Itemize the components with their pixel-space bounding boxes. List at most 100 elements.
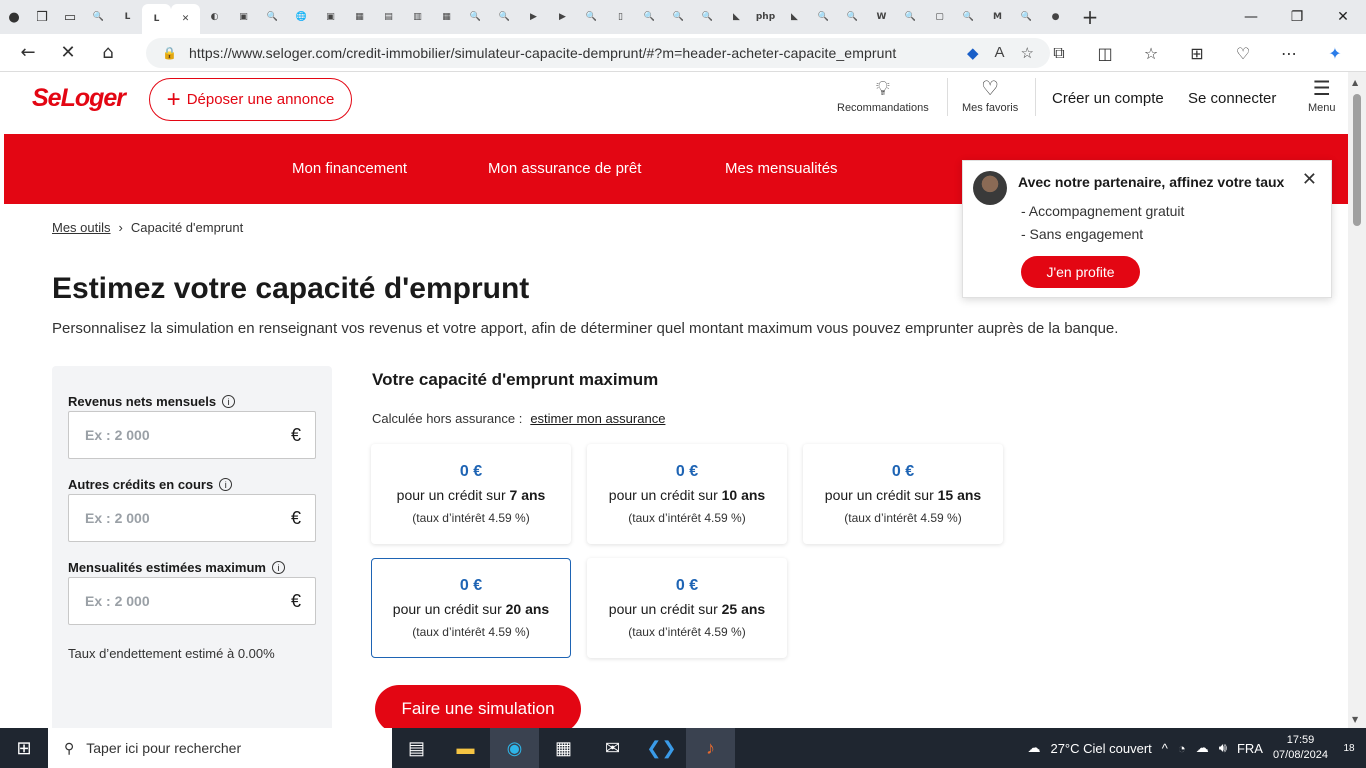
profile-icon[interactable]: ● bbox=[0, 0, 28, 34]
more-menu-icon[interactable]: ⋯ bbox=[1266, 44, 1312, 63]
breadcrumb-mes-outils[interactable]: Mes outils bbox=[52, 220, 111, 235]
se-connecter-link[interactable]: Se connecter bbox=[1188, 90, 1276, 107]
tab-pma-2[interactable]: ◣ bbox=[780, 4, 809, 30]
store-icon[interactable]: ▦ bbox=[539, 728, 588, 768]
scroll-up-icon[interactable]: ▲ bbox=[1352, 78, 1358, 87]
tab-file[interactable]: ▯ bbox=[606, 4, 635, 30]
tab-search-5[interactable]: 🔍 bbox=[577, 4, 606, 30]
back-button[interactable]: ← bbox=[8, 34, 48, 72]
tag-icon[interactable]: ◆ bbox=[967, 44, 979, 62]
minimize-button[interactable]: — bbox=[1228, 0, 1274, 34]
tab-wikipedia[interactable]: W bbox=[867, 4, 896, 30]
tab-search-2[interactable]: 🔍 bbox=[258, 4, 287, 30]
url-text[interactable]: https://www.seloger.com/credit-immobilie… bbox=[189, 45, 967, 61]
tab-doc-3[interactable]: ▦ bbox=[345, 4, 374, 30]
language-indicator[interactable]: FRA bbox=[1237, 741, 1263, 756]
tab-app[interactable]: ▦ bbox=[432, 4, 461, 30]
result-card[interactable]: 0 € pour un crédit sur 10 ans (taux d’inté… bbox=[587, 444, 787, 544]
clock[interactable]: 17:59 07/08/2024 bbox=[1273, 733, 1328, 763]
favoris-link[interactable]: ♡ Mes favoris bbox=[962, 78, 1018, 114]
tab-pma-1[interactable]: ◣ bbox=[722, 4, 751, 30]
jen-profite-button[interactable]: J'en profite bbox=[1021, 256, 1140, 288]
nav-mon-financement[interactable]: Mon financement bbox=[292, 160, 407, 177]
tab-php[interactable]: php bbox=[751, 4, 780, 30]
seloger-logo[interactable]: SeLoger bbox=[32, 84, 126, 113]
scroll-down-icon[interactable]: ▼ bbox=[1352, 715, 1358, 724]
tab-youtube-2[interactable]: ▶ bbox=[548, 4, 577, 30]
browser-essentials-icon[interactable]: ♡ bbox=[1220, 44, 1266, 63]
faire-simulation-button[interactable]: Faire une simulation bbox=[375, 685, 581, 728]
onedrive-icon[interactable]: ☁ bbox=[1196, 740, 1209, 756]
read-aloud-icon[interactable]: A bbox=[995, 44, 1005, 62]
network-icon[interactable]: ◔ bbox=[1178, 741, 1186, 756]
tab-doc-1[interactable]: ▣ bbox=[229, 4, 258, 30]
home-button[interactable]: ⌂ bbox=[88, 34, 128, 72]
deposer-annonce-button[interactable]: + Déposer une annonce bbox=[149, 78, 352, 121]
info-icon[interactable]: i bbox=[222, 395, 236, 408]
tab-doc-2[interactable]: ▣ bbox=[316, 4, 345, 30]
tab-search-9[interactable]: 🔍 bbox=[809, 4, 838, 30]
tab-globe[interactable]: 🌐 bbox=[287, 4, 316, 30]
lock-icon[interactable]: 🔒 bbox=[162, 46, 177, 60]
creer-compte-link[interactable]: Créer un compte bbox=[1052, 90, 1164, 107]
copilot-icon[interactable]: ✦ bbox=[1312, 44, 1358, 63]
info-icon[interactable]: i bbox=[219, 478, 233, 491]
split-screen-icon[interactable]: ◫ bbox=[1082, 44, 1128, 63]
vertical-scrollbar[interactable]: ▲ ▼ bbox=[1348, 72, 1366, 728]
tab-search-1[interactable]: 🔍 bbox=[84, 4, 113, 30]
estimer-assurance-link[interactable]: estimer mon assurance bbox=[530, 411, 665, 426]
extensions-icon[interactable]: ⧉ bbox=[1036, 43, 1082, 63]
taskbar-search[interactable]: ⚲ Taper ici pour rechercher bbox=[48, 728, 392, 768]
menu-button[interactable]: ☰ Menu bbox=[1308, 78, 1336, 114]
chevron-up-icon[interactable]: ^ bbox=[1162, 741, 1168, 756]
tab-close[interactable]: ✕ bbox=[171, 4, 200, 34]
tab-search-6[interactable]: 🔍 bbox=[635, 4, 664, 30]
result-card[interactable]: 0 € pour un crédit sur 20 ans (taux d’inté… bbox=[371, 558, 571, 658]
app-icon[interactable]: ♪ bbox=[686, 728, 735, 768]
credits-input[interactable]: Ex : 2 000 € bbox=[68, 494, 316, 542]
tab-search-7[interactable]: 🔍 bbox=[664, 4, 693, 30]
result-card[interactable]: 0 € pour un crédit sur 25 ans (taux d’inté… bbox=[587, 558, 787, 658]
favorites-icon[interactable]: ☆ bbox=[1128, 44, 1174, 63]
recommandations-link[interactable]: 💡︎ Recommandations bbox=[837, 78, 929, 114]
tab-actions-icon[interactable]: ▭ bbox=[56, 0, 84, 34]
result-card[interactable]: 0 € pour un crédit sur 7 ans (taux d’intér… bbox=[371, 444, 571, 544]
tab-search-4[interactable]: 🔍 bbox=[490, 4, 519, 30]
windows-start-icon[interactable]: ⊞ bbox=[0, 728, 48, 768]
tab-github[interactable]: ● bbox=[1041, 4, 1070, 30]
tab-edge[interactable]: ◐ bbox=[200, 4, 229, 30]
tab-gmail[interactable]: M bbox=[983, 4, 1012, 30]
file-explorer-icon[interactable]: ▬ bbox=[441, 728, 490, 768]
weather-text[interactable]: 27°C Ciel couvert bbox=[1050, 741, 1151, 756]
tab-puzzle[interactable]: ▢ bbox=[925, 4, 954, 30]
collections-icon[interactable]: ❒ bbox=[28, 0, 56, 34]
nav-assurance-pret[interactable]: Mon assurance de prêt bbox=[488, 160, 641, 177]
tab-search-3[interactable]: 🔍 bbox=[461, 4, 490, 30]
scrollbar-thumb[interactable] bbox=[1353, 94, 1361, 226]
tab-doc-4[interactable]: ▤ bbox=[374, 4, 403, 30]
volume-icon[interactable]: 🔊︎ bbox=[1219, 740, 1227, 756]
mensualites-input[interactable]: Ex : 2 000 € bbox=[68, 577, 316, 625]
new-tab-button[interactable]: + bbox=[1076, 0, 1104, 34]
tab-search-12[interactable]: 🔍 bbox=[954, 4, 983, 30]
tab-youtube-1[interactable]: ▶ bbox=[519, 4, 548, 30]
tab-linkedin-2[interactable]: L bbox=[142, 4, 171, 34]
tab-linkedin-1[interactable]: L bbox=[113, 4, 142, 30]
info-icon[interactable]: i bbox=[271, 561, 285, 574]
tab-pdf[interactable]: ▥ bbox=[403, 4, 432, 30]
notification-icon[interactable]: 18 bbox=[1338, 737, 1360, 759]
tab-search-8[interactable]: 🔍 bbox=[693, 4, 722, 30]
maximize-button[interactable]: ❐ bbox=[1274, 0, 1320, 34]
result-card[interactable]: 0 € pour un crédit sur 15 ans (taux d’inté… bbox=[803, 444, 1003, 544]
nav-mensualites[interactable]: Mes mensualités bbox=[725, 160, 838, 177]
collections-bar-icon[interactable]: ⊞ bbox=[1174, 44, 1220, 63]
edge-icon[interactable]: ◉ bbox=[490, 728, 539, 768]
stop-loading-button[interactable]: ✕ bbox=[48, 34, 88, 72]
weather-icon[interactable]: ☁ bbox=[1027, 740, 1040, 756]
close-window-button[interactable]: ✕ bbox=[1320, 0, 1366, 34]
vscode-icon[interactable]: ❮❯ bbox=[637, 728, 686, 768]
tab-search-13[interactable]: 🔍 bbox=[1012, 4, 1041, 30]
tab-search-11[interactable]: 🔍 bbox=[896, 4, 925, 30]
task-view-icon[interactable]: ▤ bbox=[392, 728, 441, 768]
mail-icon[interactable]: ✉ bbox=[588, 728, 637, 768]
